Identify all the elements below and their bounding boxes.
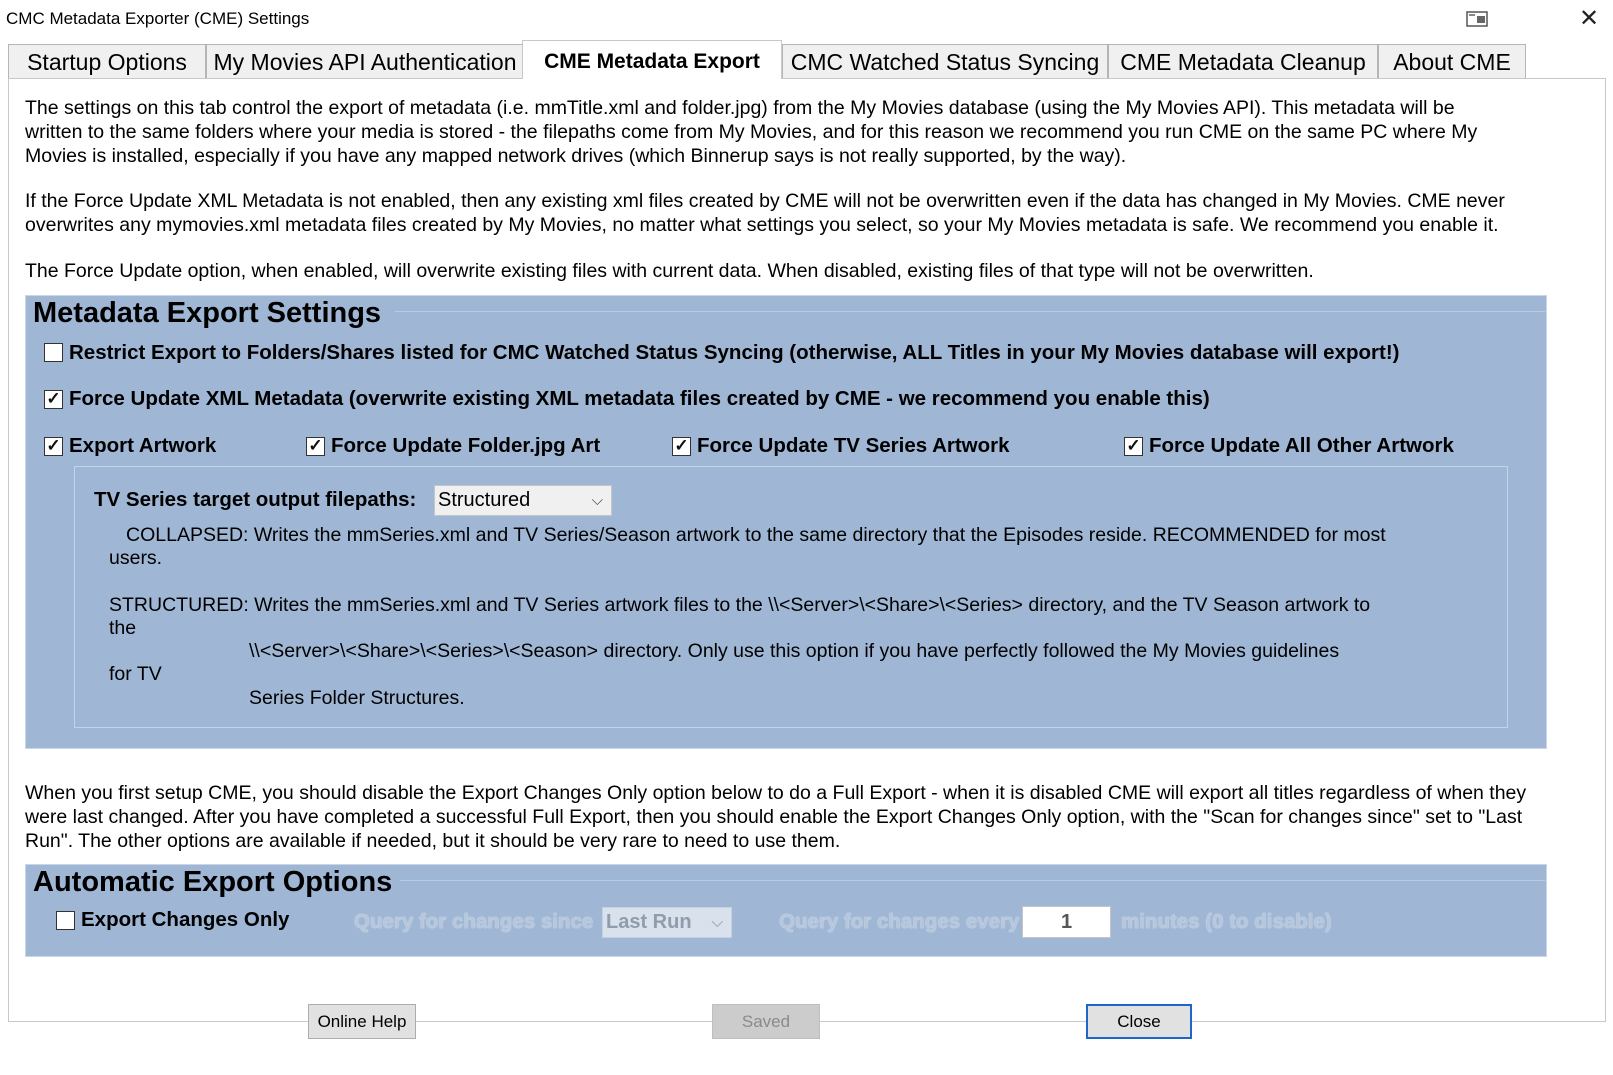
full-export-note: When you first setup CME, you should dis… xyxy=(25,781,1526,853)
tab-startup-options[interactable]: Startup Options xyxy=(8,44,206,78)
chevron-down-icon: ⌵ xyxy=(591,492,603,509)
force-update-folder-art-label[interactable]: Force Update Folder.jpg Art xyxy=(331,434,600,458)
force-update-other-artwork-label[interactable]: Force Update All Other Artwork xyxy=(1149,434,1454,458)
automatic-export-options-title: Automatic Export Options xyxy=(33,866,393,898)
note-text-line: were last changed. After you have comple… xyxy=(25,806,1523,828)
note-text-line: When you first setup CME, you should dis… xyxy=(25,782,1527,804)
minutes-hint-label: minutes (0 to disable) xyxy=(1121,910,1332,933)
query-every-minutes-input[interactable]: 1 xyxy=(1022,906,1111,938)
saved-button[interactable]: Saved xyxy=(712,1004,820,1039)
tab-about-cme[interactable]: About CME xyxy=(1378,44,1526,78)
tab-cme-metadata-export[interactable]: CME Metadata Export xyxy=(522,40,782,79)
query-since-value: Last Run xyxy=(606,911,692,933)
intro-text-line: The settings on this tab control the exp… xyxy=(25,97,1455,119)
intro-text-line: written to the same folders where your m… xyxy=(25,121,1478,143)
close-button[interactable]: Close xyxy=(1086,1004,1192,1039)
force-update-xml-label[interactable]: Force Update XML Metadata (overwrite exi… xyxy=(69,387,1210,411)
window-title: CMC Metadata Exporter (CME) Settings xyxy=(6,9,310,28)
query-since-label: Query for changes since xyxy=(354,910,594,933)
chevron-down-icon: ⌵ xyxy=(711,914,723,931)
group-title-divider xyxy=(400,880,1545,881)
metadata-export-settings-title: Metadata Export Settings xyxy=(33,297,382,329)
close-icon[interactable]: ✕ xyxy=(1576,6,1602,32)
window-restore-icon[interactable] xyxy=(1466,11,1488,27)
online-help-button[interactable]: Online Help xyxy=(308,1004,416,1039)
structured-description-line: Series Folder Structures. xyxy=(249,687,465,709)
intro-paragraph-1: The settings on this tab control the exp… xyxy=(25,96,1477,168)
collapsed-description-line: users. xyxy=(109,547,163,569)
query-every-label: Query for changes every xyxy=(779,910,1020,933)
structured-description-line: \\<Server>\<Share>\<Series>\<Season> dir… xyxy=(249,640,1340,662)
force-update-folder-art-checkbox[interactable]: ✓ xyxy=(306,437,325,456)
intro-text-line: The Force Update option, when enabled, w… xyxy=(25,260,1314,282)
tv-series-filepaths-select[interactable]: Structured ⌵ xyxy=(434,485,612,516)
tv-series-filepaths-value: Structured xyxy=(438,489,531,511)
collapsed-description-line: COLLAPSED: Writes the mmSeries.xml and T… xyxy=(126,524,1386,546)
intro-paragraph-3: The Force Update option, when enabled, w… xyxy=(25,259,1314,283)
group-title-divider xyxy=(395,311,1545,312)
tv-series-filepaths-label: TV Series target output filepaths: xyxy=(94,488,417,511)
force-update-other-artwork-checkbox[interactable]: ✓ xyxy=(1124,437,1143,456)
structured-description-line: for TV xyxy=(109,663,162,685)
force-update-tv-artwork-checkbox[interactable]: ✓ xyxy=(672,437,691,456)
structured-description-line: the xyxy=(109,617,137,639)
query-since-select[interactable]: Last Run ⌵ xyxy=(602,907,732,938)
restrict-export-checkbox[interactable] xyxy=(44,343,63,362)
tab-cmc-watched-status-syncing[interactable]: CMC Watched Status Syncing xyxy=(782,44,1108,78)
note-text-line: Run". The other options are available if… xyxy=(25,830,841,852)
intro-paragraph-2: If the Force Update XML Metadata is not … xyxy=(25,189,1505,237)
export-artwork-checkbox[interactable]: ✓ xyxy=(44,437,63,456)
intro-text-line: overwrites any mymovies.xml metadata fil… xyxy=(25,214,1499,236)
intro-text-line: Movies is installed, especially if you h… xyxy=(25,145,1127,167)
restrict-export-label[interactable]: Restrict Export to Folders/Shares listed… xyxy=(69,341,1399,365)
export-changes-only-checkbox[interactable] xyxy=(56,911,75,930)
intro-text-line: If the Force Update XML Metadata is not … xyxy=(25,190,1505,212)
export-artwork-label[interactable]: Export Artwork xyxy=(69,434,216,458)
tab-cme-metadata-cleanup[interactable]: CME Metadata Cleanup xyxy=(1108,44,1378,78)
export-changes-only-label[interactable]: Export Changes Only xyxy=(81,908,289,932)
structured-description-line: STRUCTURED: Writes the mmSeries.xml and … xyxy=(109,594,1371,616)
tab-my-movies-api-authentication[interactable]: My Movies API Authentication xyxy=(206,44,524,78)
tab-strip: Startup Options My Movies API Authentica… xyxy=(8,40,1605,79)
force-update-xml-checkbox[interactable]: ✓ xyxy=(44,390,63,409)
force-update-tv-artwork-label[interactable]: Force Update TV Series Artwork xyxy=(697,434,1010,458)
title-bar: CMC Metadata Exporter (CME) Settings ✕ xyxy=(0,0,1613,40)
